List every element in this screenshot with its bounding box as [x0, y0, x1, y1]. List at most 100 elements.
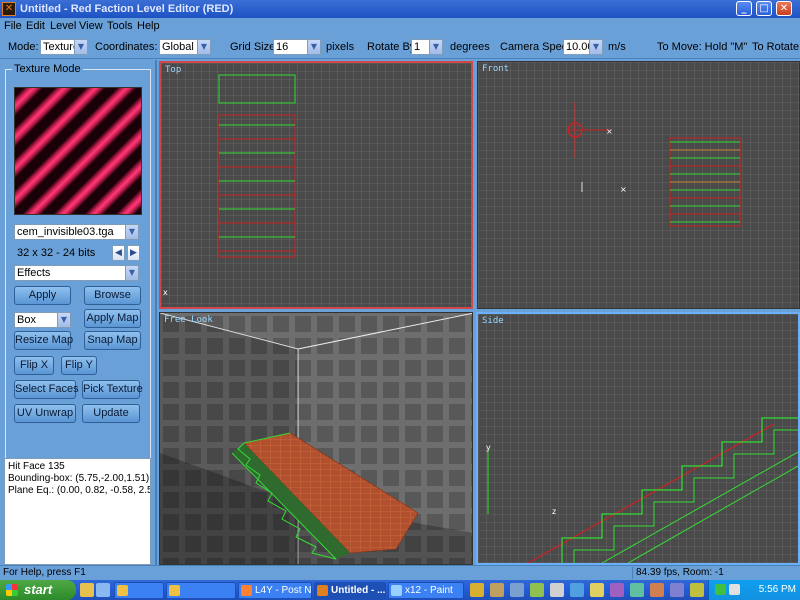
- menu-bar: File Edit Level View Tools Help: [0, 18, 800, 35]
- status-help: For Help, press F1: [3, 567, 86, 578]
- apply-button[interactable]: Apply: [14, 286, 71, 305]
- menu-help[interactable]: Help: [137, 20, 160, 33]
- coordinates-value: Global: [162, 41, 194, 53]
- viewport-front[interactable]: × × Front: [477, 61, 800, 309]
- update-button[interactable]: Update: [82, 404, 140, 423]
- chevron-left-icon: ◀: [115, 248, 122, 258]
- grid-size-label: Grid Size:: [230, 41, 279, 53]
- status-bar: For Help, press F1 84.39 fps, Room: -1: [0, 565, 800, 580]
- chevron-down-icon[interactable]: ▼: [125, 225, 138, 239]
- chevron-down-icon[interactable]: ▼: [197, 40, 210, 54]
- menu-level[interactable]: Level: [50, 20, 76, 33]
- apply-map-button[interactable]: Apply Map: [84, 309, 141, 328]
- snap-map-button[interactable]: Snap Map: [84, 331, 141, 350]
- taskbar-item-editor[interactable]: Untitled - ...: [314, 582, 386, 599]
- browse-button[interactable]: Browse: [84, 286, 141, 305]
- texture-category-select[interactable]: Effects ▼: [14, 265, 139, 281]
- camera-speed-select[interactable]: 10.00 ▼: [563, 39, 603, 55]
- paint-icon: [391, 585, 402, 596]
- windows-logo-icon: [6, 584, 18, 596]
- viewport-free-look[interactable]: Free Look: [159, 312, 473, 565]
- coordinates-select[interactable]: Global ▼: [159, 39, 211, 55]
- map-type-value: Box: [17, 314, 36, 326]
- chevron-down-icon[interactable]: ▼: [74, 40, 87, 54]
- menu-tools[interactable]: Tools: [107, 20, 133, 33]
- start-button[interactable]: start: [0, 580, 76, 600]
- close-button[interactable]: ✕: [776, 1, 792, 16]
- taskbar-app-icon[interactable]: [670, 583, 684, 597]
- uv-unwrap-button[interactable]: UV Unwrap: [14, 404, 76, 423]
- resize-map-button[interactable]: Resize Map: [14, 331, 73, 350]
- taskbar-app-icon[interactable]: [610, 583, 624, 597]
- minimize-button[interactable]: _: [736, 1, 752, 16]
- grid-unit-label: pixels: [326, 41, 355, 53]
- maximize-button[interactable]: □: [756, 1, 772, 16]
- red-faction-app-icon: [317, 585, 328, 596]
- prev-texture-button[interactable]: ◀: [112, 245, 125, 261]
- taskbar-app-icon[interactable]: [470, 583, 484, 597]
- front-view-canvas[interactable]: × ×: [478, 62, 800, 309]
- side-view-canvas[interactable]: y z: [478, 314, 798, 563]
- chevron-down-icon[interactable]: ▼: [125, 266, 138, 280]
- chevron-down-icon[interactable]: ▼: [589, 40, 602, 54]
- texture-mode-panel: Texture Mode cem_invisible03.tga ▼ 32 x 3…: [0, 60, 157, 565]
- chevron-down-icon[interactable]: ▼: [429, 40, 442, 54]
- plane-equation: Plane Eq.: (0.00, 0.82, -0.58, 2.50): [8, 485, 151, 496]
- free-look-canvas[interactable]: [160, 313, 473, 565]
- menu-view[interactable]: View: [79, 20, 103, 33]
- taskbar-app-icon[interactable]: [550, 583, 564, 597]
- to-move-hint: To Move: Hold "M": [657, 41, 748, 53]
- texture-info: 32 x 32 - 24 bits: [17, 247, 96, 259]
- flip-x-button[interactable]: Flip X: [14, 356, 54, 375]
- texture-preview: [14, 87, 142, 215]
- browser-icon: [241, 585, 252, 596]
- viewport-side-label: Side: [482, 316, 504, 326]
- quicklaunch-icon[interactable]: [96, 583, 110, 597]
- taskbar-item-forum[interactable]: L4Y - Post N...: [238, 582, 312, 599]
- hit-info-box: Hit Face 135 Bounding-box: (5.75,-2.00,1…: [4, 458, 151, 565]
- clock[interactable]: 5:56 PM: [759, 583, 796, 597]
- mode-select[interactable]: Texture ▼: [40, 39, 88, 55]
- map-type-select[interactable]: Box ▼: [14, 312, 71, 328]
- menu-edit[interactable]: Edit: [26, 20, 45, 33]
- volume-icon[interactable]: [729, 584, 740, 595]
- taskbar-item[interactable]: [114, 582, 164, 599]
- chevron-down-icon[interactable]: ▼: [57, 313, 70, 327]
- taskbar-app-icon[interactable]: [570, 583, 584, 597]
- top-axis-x: x: [163, 288, 168, 297]
- viewport-free-look-label: Free Look: [164, 315, 213, 325]
- taskbar-app-icon[interactable]: [630, 583, 644, 597]
- app-icon: [117, 585, 128, 596]
- taskbar-app-icon[interactable]: [690, 583, 704, 597]
- chevron-down-icon[interactable]: ▼: [307, 40, 320, 54]
- flip-y-button[interactable]: Flip Y: [61, 356, 97, 375]
- taskbar-app-icon[interactable]: [530, 583, 544, 597]
- taskbar-app-icon[interactable]: [650, 583, 664, 597]
- taskbar-app-icon[interactable]: [590, 583, 604, 597]
- viewport-side[interactable]: y z Side: [476, 312, 800, 565]
- texture-name-value: cem_invisible03.tga: [17, 226, 114, 238]
- menu-file[interactable]: File: [4, 20, 22, 33]
- taskbar-app-icon[interactable]: [490, 583, 504, 597]
- tray-icon[interactable]: [715, 584, 726, 595]
- taskbar-item[interactable]: [166, 582, 236, 599]
- options-toolbar: Mode: Texture ▼ Coordinates: Global ▼ Grid…: [0, 35, 800, 59]
- quicklaunch-icon[interactable]: [80, 583, 94, 597]
- rotate-by-select[interactable]: 1 ▼: [411, 39, 443, 55]
- title-bar[interactable]: ✕ Untitled - Red Faction Level Editor (R…: [0, 0, 800, 18]
- pick-texture-button[interactable]: Pick Texture: [82, 380, 143, 399]
- texture-name-select[interactable]: cem_invisible03.tga ▼: [14, 224, 139, 240]
- svg-text:×: ×: [606, 127, 613, 136]
- taskbar-item-paint[interactable]: x12 - Paint: [388, 582, 464, 599]
- viewport-top-label: Top: [165, 65, 182, 75]
- viewport-top[interactable]: x Top: [159, 61, 473, 309]
- taskbar-app-icon[interactable]: [510, 583, 524, 597]
- next-texture-button[interactable]: ▶: [127, 245, 140, 261]
- rotate-by-value: 1: [414, 41, 421, 53]
- status-fps: 84.39 fps, Room: -1: [632, 567, 724, 579]
- grid-size-select[interactable]: 16 ▼: [273, 39, 321, 55]
- top-view-canvas[interactable]: x: [161, 63, 471, 307]
- texture-category-value: Effects: [17, 267, 51, 279]
- red-faction-app-icon[interactable]: ✕: [2, 2, 16, 16]
- select-faces-button[interactable]: Select Faces: [14, 380, 79, 399]
